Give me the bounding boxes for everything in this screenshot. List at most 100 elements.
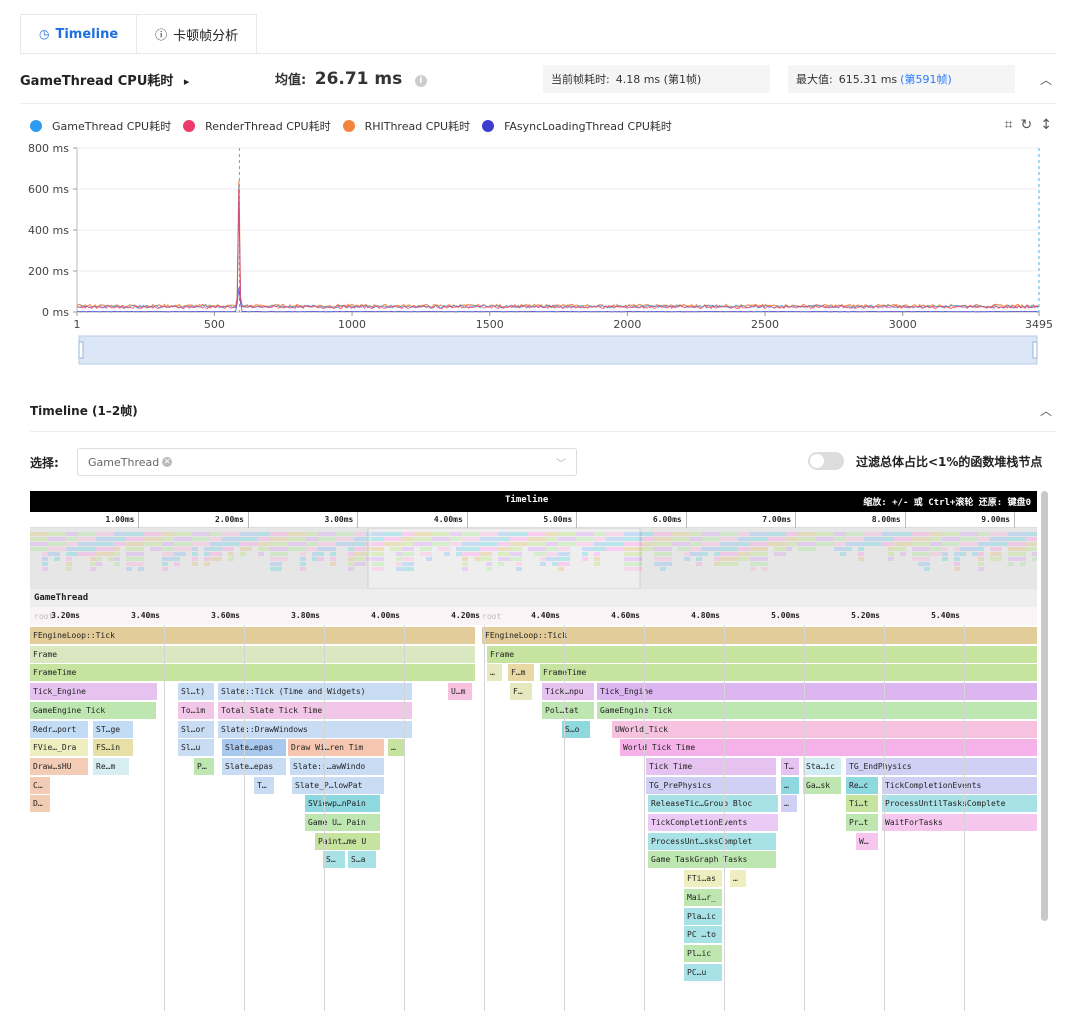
flame-node[interactable]: FTi…as [684,870,722,888]
flame-node[interactable]: Redr…port [30,720,88,738]
flame-node[interactable]: U…m [448,683,472,701]
legend-item-asyncloading[interactable]: FAsyncLoadingThread CPU耗时 [482,118,672,134]
flame-node[interactable]: Pl…ic [684,944,722,962]
flame-node[interactable]: UWorld_Tick [612,720,1037,738]
flame-node[interactable]: TG_PrePhysics [646,776,776,794]
flame-node[interactable]: FVie…_Dra [30,739,88,757]
thread-select[interactable]: GameThread ✕ ﹀ [77,448,577,476]
flame-node[interactable]: Slate::DrawWindows [218,720,412,738]
flame-node[interactable]: FEngineLoop::Tick [30,627,475,644]
flame-node[interactable]: F… [510,683,532,701]
overview-viewport[interactable] [367,528,641,589]
flame-node[interactable]: Re…m [93,757,129,775]
max-frame-link[interactable]: (第591帧) [900,71,952,87]
flame-node[interactable]: FS…in [93,739,133,757]
flame-node[interactable]: Slate::…awWindo [290,757,384,775]
flame-node[interactable]: Ti…t [846,795,878,813]
flame-node[interactable]: Tick_Engine [597,683,1037,701]
cpu-time-chart[interactable]: 800 ms600 ms400 ms200 ms0 ms1 500 1000 1500… [0,138,1080,378]
collapse-chevron-icon[interactable]: ︿ [1036,71,1056,88]
flame-node[interactable]: Sl…t) [178,683,214,701]
flame-node[interactable]: Slate_P…lowPat [292,776,384,794]
legend-item-gamethread[interactable]: GameThread CPU耗时 [30,118,171,134]
overview-cell [966,547,972,551]
flame-node[interactable]: W… [856,832,878,850]
overview-cell [354,532,360,536]
flame-node[interactable]: FrameTime [30,664,475,682]
flame-node[interactable]: D… [30,795,50,813]
overview-cell [834,547,840,551]
refresh-icon[interactable]: ↻ [1021,117,1033,133]
flame-node[interactable]: … [781,795,797,813]
flame-node[interactable]: … [487,664,502,682]
flame-node[interactable]: Sl…u [178,739,214,757]
info-icon[interactable]: i [414,74,427,87]
flame-node[interactable]: Tick Time [646,757,776,775]
flame-node[interactable]: Game TaskGraph Tasks [648,851,776,869]
flame-node[interactable]: PC …to [684,926,722,944]
flame-node[interactable]: TickCompletionEvents [648,814,778,831]
flame-node[interactable]: Pla…ic [684,907,722,925]
flame-node[interactable]: S…a [348,851,376,869]
flame-node[interactable]: T… [781,757,799,775]
flame-overview[interactable] [30,528,1037,589]
vertical-arrows-icon[interactable]: ↕ [1040,117,1052,133]
flame-node[interactable]: World Tick Time [620,739,1037,757]
tab-stutter-analysis[interactable]: ⓘ 卡顿帧分析 [137,14,258,54]
flame-node[interactable]: F…m [508,664,534,682]
crop-icon[interactable]: ⌗ [1005,117,1013,133]
flame-node[interactable]: TG_EndPhysics [846,757,1037,775]
flame-node[interactable]: SViewp…nPain [305,795,380,813]
filter-toggle[interactable] [808,452,844,470]
flame-node[interactable]: ProcessUnt…sksComplet [648,832,776,850]
tab-timeline[interactable]: ◷ Timeline [20,14,138,54]
flame-node[interactable]: Draw Wi…ren Tim [288,739,384,757]
flame-node[interactable]: Slate…epas [222,739,286,757]
flame-node[interactable]: Tick_Engine [30,683,157,701]
flame-node[interactable]: … [781,776,799,794]
flame-node[interactable]: Pol…tat [542,701,594,719]
flame-node[interactable]: Mai…r_ [684,888,722,906]
grid-line [164,625,165,1011]
flame-node[interactable]: Tick…npu [542,683,594,701]
flame-node[interactable]: ST…ge [93,720,133,738]
flame-node[interactable]: S… [323,851,345,869]
tag-close-icon[interactable]: ✕ [162,457,173,467]
flame-node[interactable]: TickCompletionEvents [882,776,1037,794]
collapse-chevron-icon[interactable]: ︿ [1036,402,1056,419]
overview-cell [696,532,702,536]
flame-node[interactable]: Draw…sHU [30,757,88,775]
vertical-scrollbar[interactable] [1041,491,1048,921]
flame-node[interactable]: PC…u [684,963,722,981]
legend-item-rhithread[interactable]: RHIThread CPU耗时 [342,118,470,134]
flame-node[interactable]: Pr…t [846,814,878,831]
flame-node[interactable]: GameEngine Tick [30,701,156,719]
flame-node[interactable]: Frame [487,645,1037,663]
flame-node[interactable]: Game U… Pain [305,814,380,831]
flame-node[interactable]: FrameTime [540,664,1037,682]
flame-node[interactable]: GameEngine Tick [597,701,1037,719]
flame-node[interactable]: WaitForTasks [882,814,1037,831]
flame-node[interactable]: Total Slate Tick Time [218,701,412,719]
flame-node[interactable]: P… [194,757,214,775]
flame-node[interactable]: FEngineLoop::Tick [482,627,1037,644]
flame-node[interactable]: T… [254,776,274,794]
metric-selector[interactable]: GameThread CPU耗时 ▸ [20,70,275,89]
flame-node[interactable]: Ga…sk [803,776,841,794]
flame-graph[interactable]: Timeline 缩放: +/- 或 Ctrl+滚轮 还原: 键盘0 1.00m… [30,491,1037,1011]
flame-node[interactable]: Re…c [846,776,878,794]
flame-node[interactable]: Slate::Tick (Time and Widgets) [218,683,412,701]
flame-node[interactable]: Slate…epas [222,757,286,775]
flame-node[interactable]: … [730,870,746,888]
flame-node[interactable]: C… [30,776,50,794]
flame-node[interactable]: ReleaseTic…Group Bloc [648,795,778,813]
flame-node[interactable]: To…im [178,701,214,719]
overview-cell [198,532,204,536]
flame-node[interactable]: ProcessUntilTasksComplete [882,795,1037,813]
flame-node[interactable]: Sl…or [178,720,214,738]
flame-node[interactable]: Frame [30,645,475,663]
flame-node[interactable]: Sta…ic [803,757,841,775]
flame-node[interactable]: S…o [562,720,590,738]
flame-node[interactable]: … [388,739,404,757]
legend-item-renderthread[interactable]: RenderThread CPU耗时 [183,118,331,134]
